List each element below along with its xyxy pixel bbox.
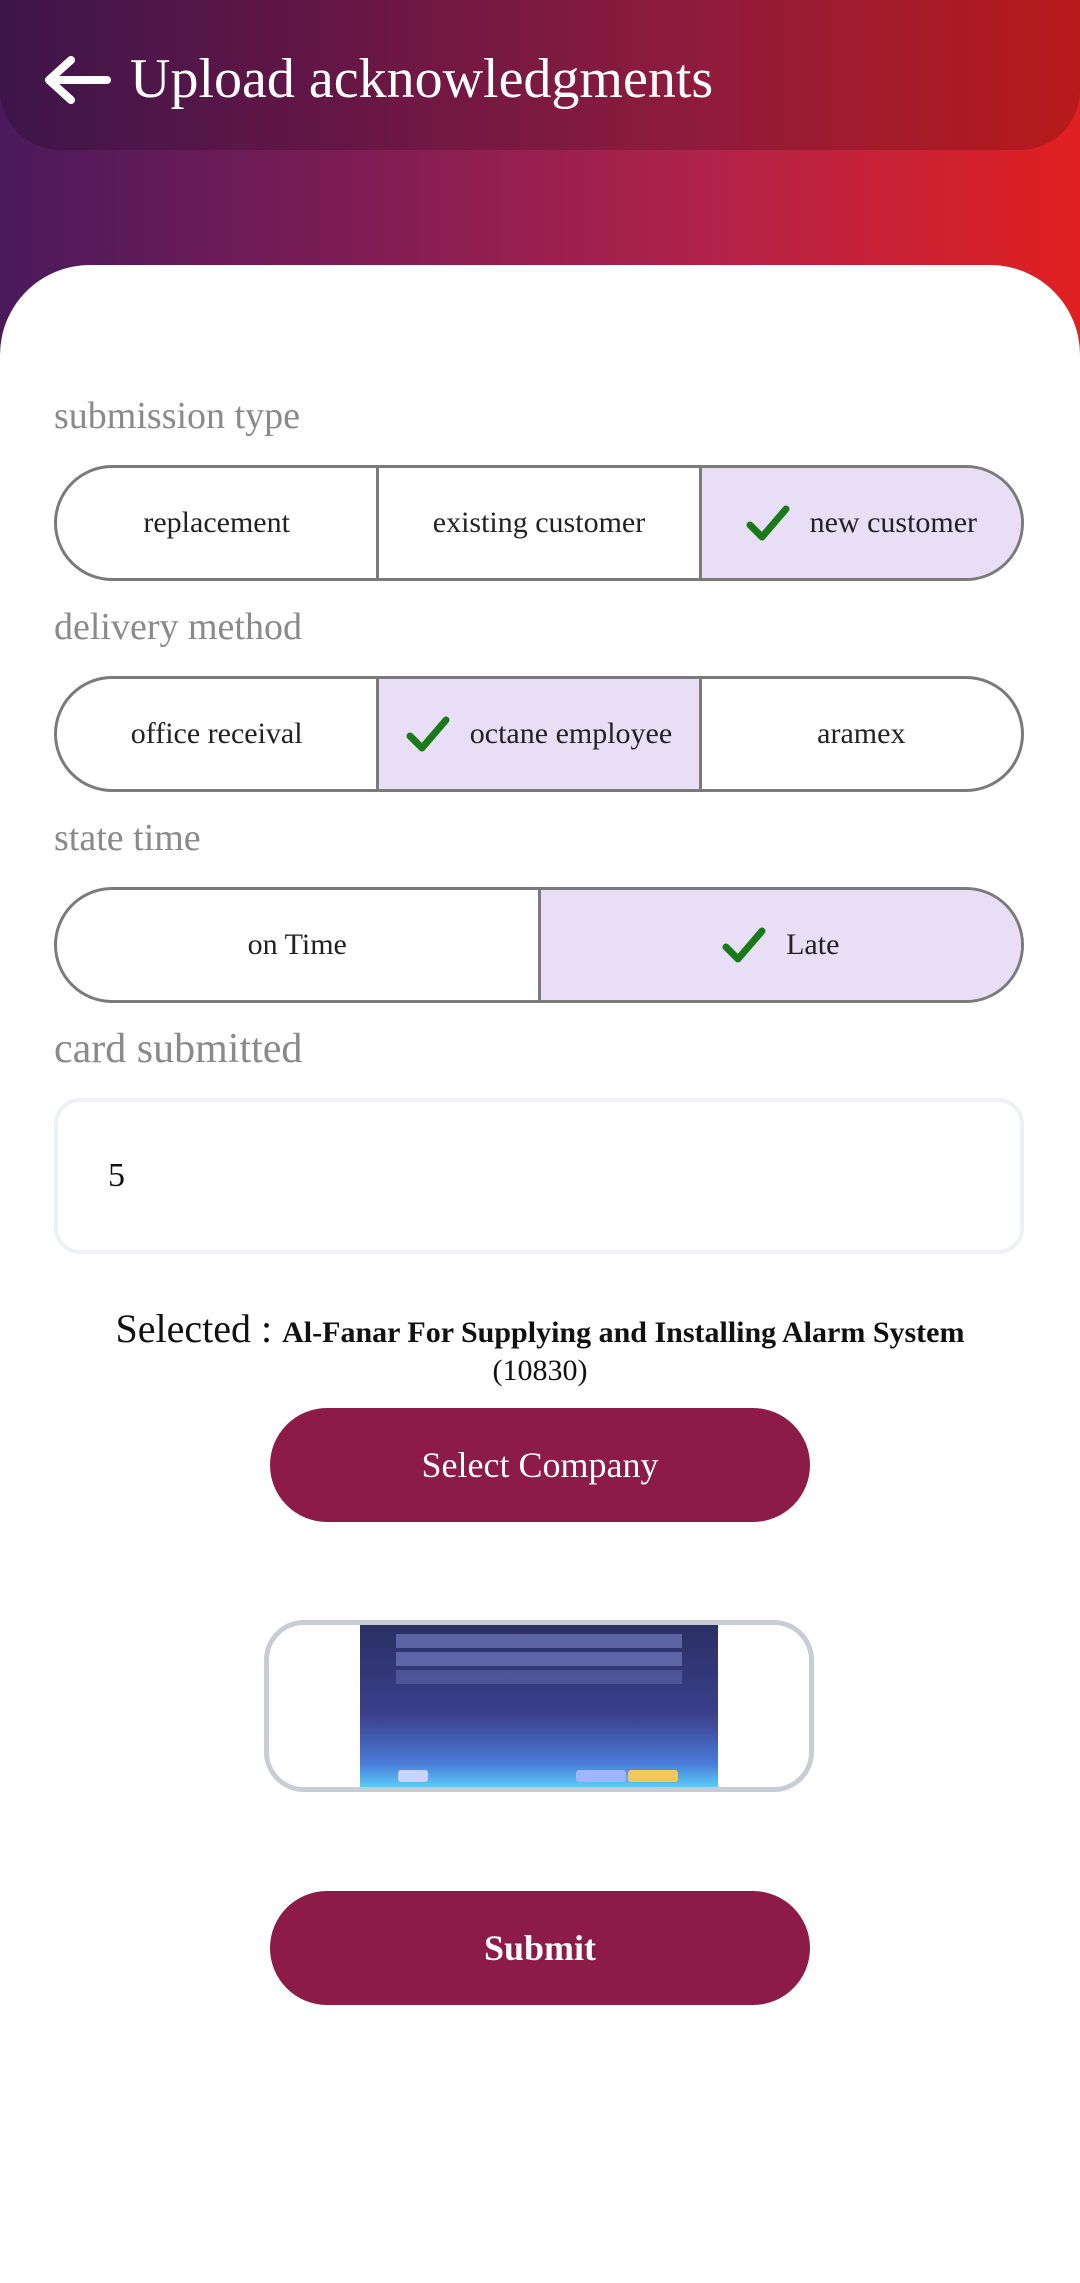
option-label: new customer bbox=[809, 506, 978, 539]
option-label: octane employee bbox=[469, 717, 673, 750]
option-existing-customer[interactable]: existing customer bbox=[376, 468, 698, 578]
state-time-selector: on Time Late bbox=[54, 887, 1024, 1003]
option-aramex[interactable]: aramex bbox=[698, 679, 1021, 789]
arrow-left-icon bbox=[45, 56, 111, 104]
card-submitted-value: 5 bbox=[108, 1157, 125, 1194]
state-time-label: state time bbox=[54, 817, 201, 859]
page-title: Upload acknowledgments bbox=[130, 48, 714, 110]
check-icon bbox=[406, 716, 450, 752]
option-label: aramex bbox=[817, 717, 906, 750]
option-on-time[interactable]: on Time bbox=[57, 890, 538, 1000]
option-octane-employee[interactable]: octane employee bbox=[376, 679, 699, 789]
option-label: Late bbox=[786, 928, 840, 961]
delivery-method-label: delivery method bbox=[54, 606, 302, 648]
selected-company-name: Al-Fanar For Supplying and Installing Al… bbox=[282, 1316, 965, 1349]
option-label: replacement bbox=[143, 506, 290, 539]
thumbnail-row bbox=[396, 1670, 682, 1684]
back-button[interactable] bbox=[36, 40, 116, 120]
thumbnail-row bbox=[396, 1634, 682, 1648]
uploaded-image-thumbnail bbox=[360, 1625, 718, 1787]
option-label: existing customer bbox=[432, 506, 646, 539]
card-submitted-input[interactable]: 5 bbox=[54, 1098, 1024, 1254]
option-new-customer[interactable]: new customer bbox=[698, 468, 1021, 578]
check-icon bbox=[746, 505, 790, 541]
option-replacement[interactable]: replacement bbox=[57, 468, 376, 578]
option-late[interactable]: Late bbox=[537, 890, 1021, 1000]
submit-button[interactable]: Submit bbox=[270, 1891, 810, 2005]
thumbnail-bar bbox=[576, 1770, 626, 1782]
uploaded-image-frame[interactable] bbox=[264, 1620, 814, 1792]
app-bar: Upload acknowledgments bbox=[0, 0, 1080, 150]
submission-type-label: submission type bbox=[54, 395, 300, 437]
option-label: on Time bbox=[247, 928, 347, 961]
delivery-method-selector: office receival octane employee aramex bbox=[54, 676, 1024, 792]
card-submitted-label: card submitted bbox=[54, 1026, 303, 1072]
thumbnail-bar bbox=[398, 1770, 428, 1782]
select-company-button[interactable]: Select Company bbox=[270, 1408, 810, 1522]
selected-prefix: Selected : bbox=[115, 1306, 283, 1351]
check-icon bbox=[722, 927, 766, 963]
thumbnail-bar bbox=[628, 1770, 678, 1782]
option-label: office receival bbox=[130, 717, 303, 750]
option-office-receival[interactable]: office receival bbox=[57, 679, 376, 789]
selected-company-code: (10830) bbox=[492, 1354, 588, 1387]
thumbnail-row bbox=[396, 1652, 682, 1666]
selected-company-text: Selected : Al-Fanar For Supplying and In… bbox=[80, 1309, 1000, 1390]
submission-type-selector: replacement existing customer new custom… bbox=[54, 465, 1024, 581]
